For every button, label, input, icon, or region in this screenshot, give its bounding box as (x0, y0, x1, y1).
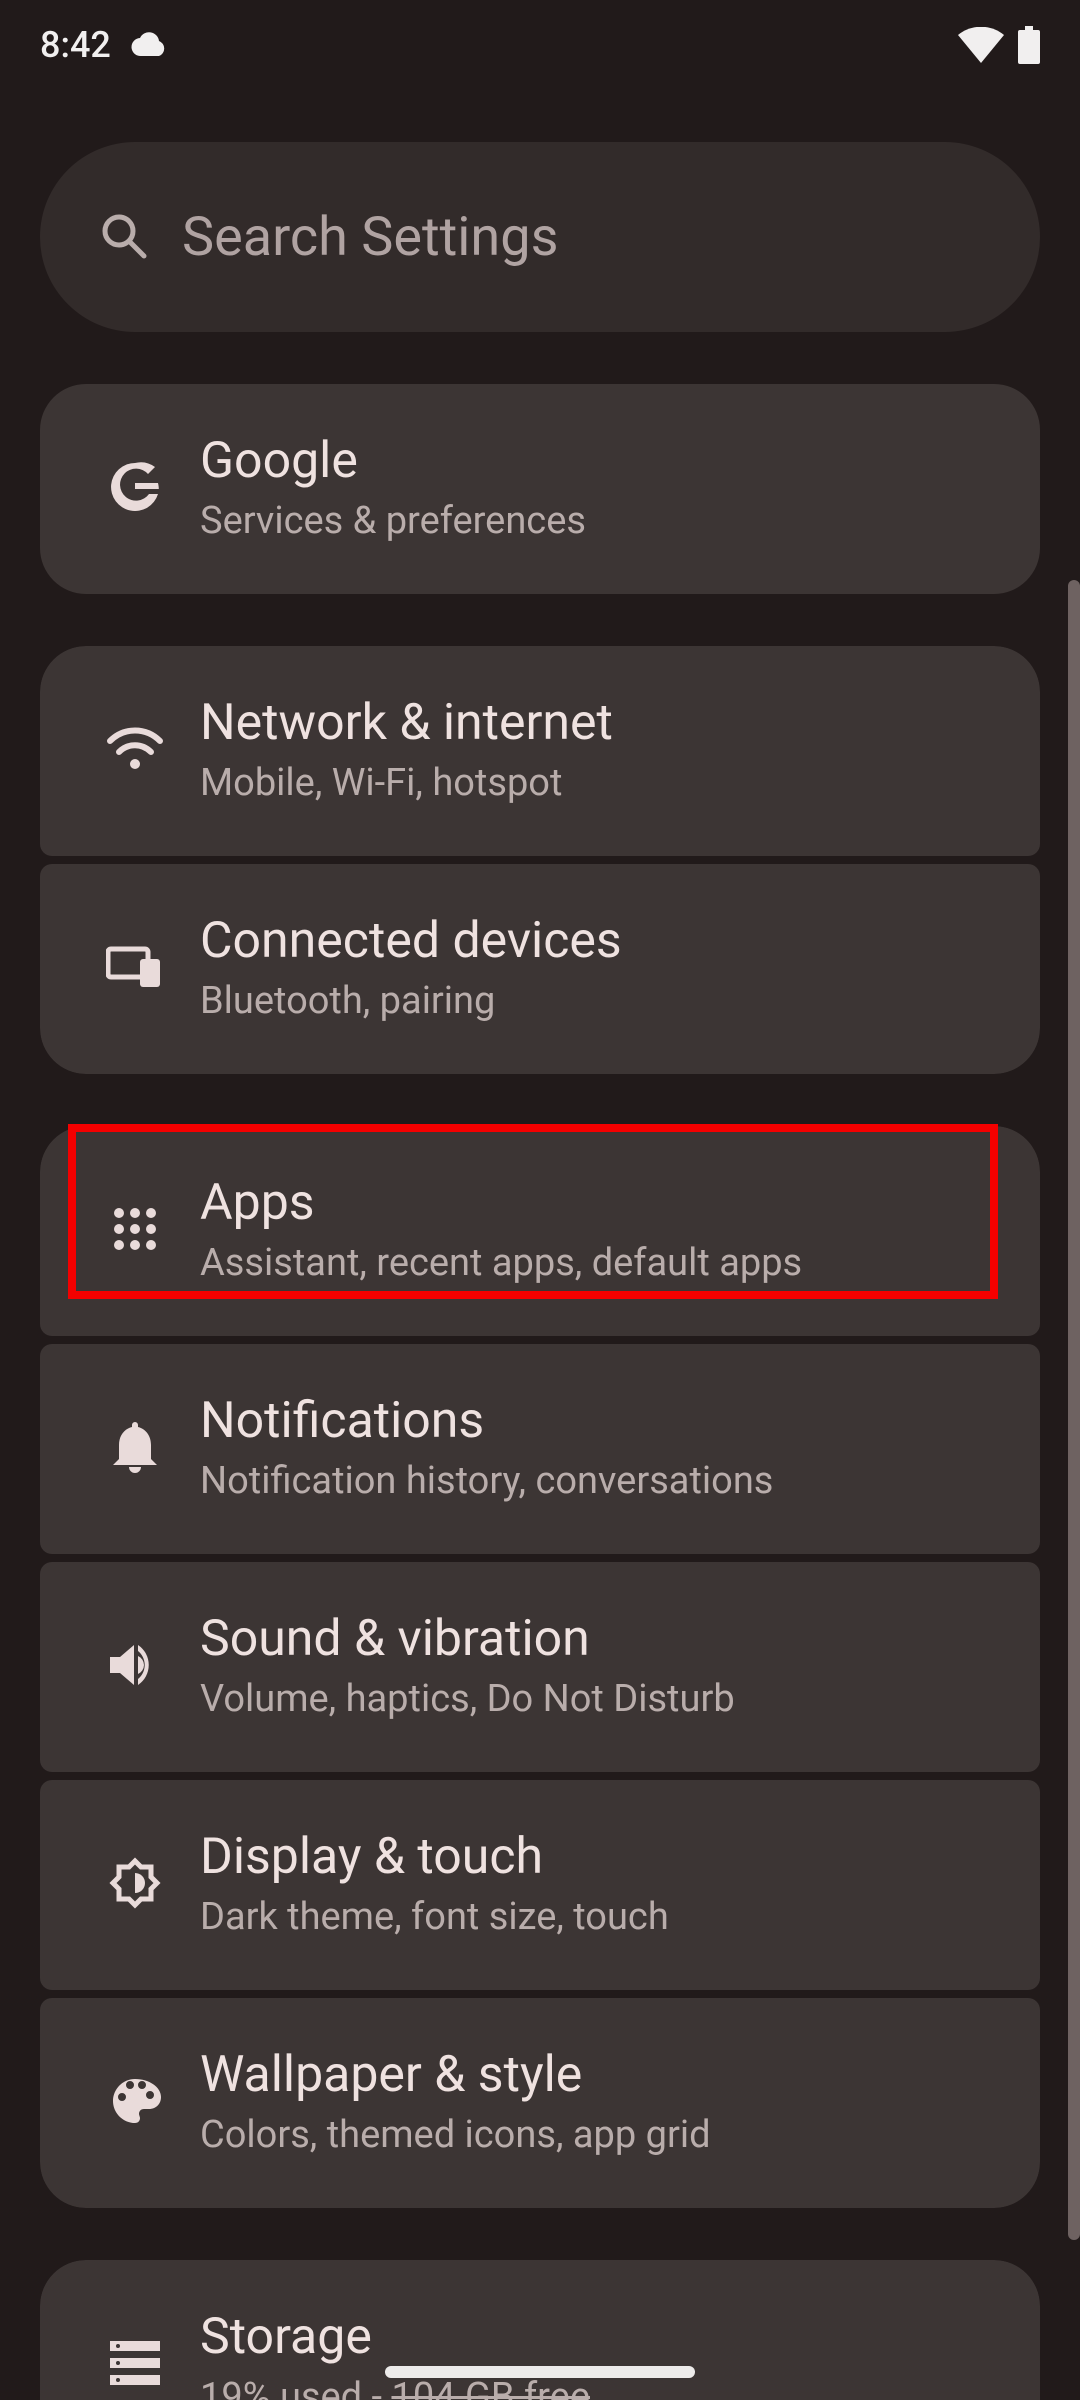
settings-item-subtitle: Services & preferences (200, 497, 1010, 546)
apps-grid-icon (111, 1205, 159, 1257)
settings-scroll-area[interactable]: Search Settings Google Services & prefer… (0, 142, 1080, 2400)
settings-item-title: Notifications (200, 1391, 1010, 1451)
settings-item-subtitle: Colors, themed icons, app grid (200, 2111, 1010, 2160)
settings-item-display[interactable]: Display & touch Dark theme, font size, t… (40, 1780, 1040, 1990)
settings-item-subtitle: Assistant, recent apps, default apps (200, 1239, 1010, 1288)
storage-icon (110, 2341, 160, 2389)
settings-item-title: Wallpaper & style (200, 2045, 1010, 2105)
cloud-icon (125, 30, 169, 60)
wifi-icon (106, 727, 164, 775)
palette-icon (109, 2075, 161, 2131)
bell-icon (113, 1421, 157, 1477)
scrollbar[interactable] (1068, 580, 1080, 2240)
search-icon (98, 210, 148, 264)
settings-item-title: Connected devices (200, 911, 1010, 971)
status-time: 8:42 (40, 24, 111, 66)
settings-item-wallpaper[interactable]: Wallpaper & style Colors, themed icons, … (40, 1998, 1040, 2208)
settings-item-google[interactable]: Google Services & preferences (40, 384, 1040, 594)
settings-item-title: Network & internet (200, 693, 1010, 753)
search-settings-bar[interactable]: Search Settings (40, 142, 1040, 332)
settings-item-title: Display & touch (200, 1827, 1010, 1887)
settings-item-connected-devices[interactable]: Connected devices Bluetooth, pairing (40, 864, 1040, 1074)
settings-item-subtitle: Notification history, conversations (200, 1457, 1010, 1506)
settings-item-subtitle: Mobile, Wi-Fi, hotspot (200, 759, 1010, 808)
settings-item-storage[interactable]: Storage 19% used - 104 GB free (40, 2260, 1040, 2400)
gesture-handle[interactable] (385, 2366, 695, 2378)
settings-item-title: Apps (200, 1173, 1010, 1233)
settings-item-notifications[interactable]: Notifications Notification history, conv… (40, 1344, 1040, 1554)
settings-item-subtitle: Bluetooth, pairing (200, 977, 1010, 1026)
settings-item-title: Storage (200, 2307, 1010, 2367)
settings-item-subtitle: Dark theme, font size, touch (200, 1893, 1010, 1942)
status-bar: 8:42 (0, 0, 1080, 90)
speaker-icon (110, 1641, 160, 1693)
settings-item-subtitle: Volume, haptics, Do Not Disturb (200, 1675, 1010, 1724)
settings-item-title: Google (200, 431, 1010, 491)
settings-item-sound[interactable]: Sound & vibration Volume, haptics, Do No… (40, 1562, 1040, 1772)
wifi-icon (958, 27, 1004, 63)
settings-item-title: Sound & vibration (200, 1609, 1010, 1669)
search-placeholder: Search Settings (182, 206, 558, 269)
google-icon (107, 459, 163, 519)
brightness-icon (109, 1857, 161, 1913)
battery-icon (1018, 26, 1040, 64)
settings-item-network[interactable]: Network & internet Mobile, Wi-Fi, hotspo… (40, 646, 1040, 856)
devices-icon (106, 945, 164, 993)
settings-item-apps[interactable]: Apps Assistant, recent apps, default app… (40, 1126, 1040, 1336)
